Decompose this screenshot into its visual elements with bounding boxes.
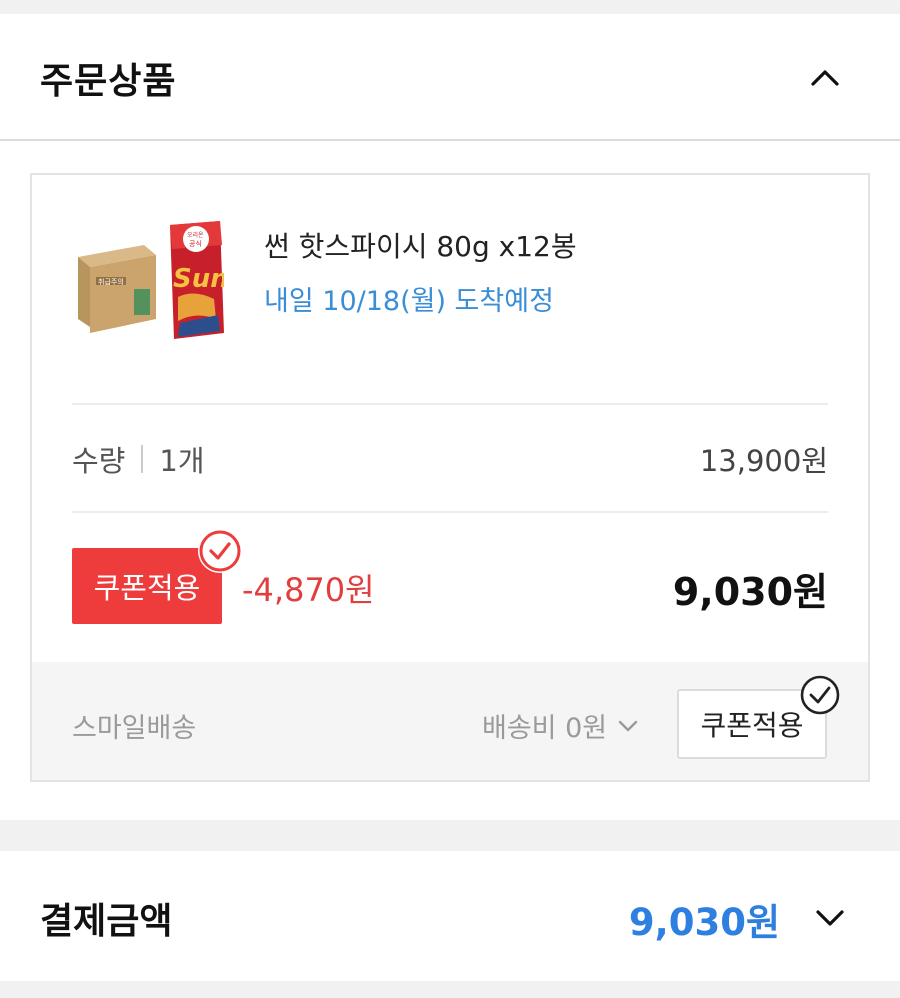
chevron-up-icon[interactable] xyxy=(810,62,840,92)
check-circle-icon xyxy=(198,529,242,573)
quantity-value: 1개 xyxy=(159,444,205,478)
order-section: 주문상품 취급주의 오리온 공식 Sun 썬 핫스파이시 80g x12봉 내일… xyxy=(0,14,900,820)
quantity-row: 수량 1개 xyxy=(72,438,205,480)
delivery-estimate: 내일 10/18(월) 도착예정 xyxy=(264,286,554,317)
payment-title: 결제금액 xyxy=(40,901,173,942)
shipping-label: 스마일배송 xyxy=(72,713,197,744)
payment-amount: 9,030원 xyxy=(628,901,780,944)
payment-section[interactable]: 결제금액 9,030원 xyxy=(0,851,900,981)
final-price: 9,030원 xyxy=(672,570,828,614)
bag-logo-text: Sun xyxy=(173,264,224,294)
quantity-label: 수량 xyxy=(72,444,126,478)
bag-badge-text: 공식 xyxy=(189,239,202,248)
order-item-card: 취급주의 오리온 공식 Sun 썬 핫스파이시 80g x12봉 내일 10/1… xyxy=(30,173,870,782)
quantity-separator xyxy=(141,445,144,473)
bag-brand-text: 오리온 xyxy=(187,231,204,239)
check-circle-icon xyxy=(799,674,841,716)
coupon-discount: -4,870원 xyxy=(242,571,375,609)
shipping-fee: 배송비 0원 xyxy=(482,713,608,744)
product-name[interactable]: 썬 핫스파이시 80g x12봉 xyxy=(264,225,577,265)
order-title: 주문상품 xyxy=(40,61,177,102)
box-label-text: 취급주의 xyxy=(98,277,124,286)
divider xyxy=(72,511,828,513)
divider xyxy=(72,403,828,405)
shipping-fee-dropdown[interactable]: 배송비 0원 xyxy=(482,706,641,745)
chevron-down-icon[interactable] xyxy=(815,903,845,933)
chevron-down-icon xyxy=(615,713,641,739)
original-price: 13,900원 xyxy=(699,444,828,478)
order-header[interactable]: 주문상품 xyxy=(0,14,900,141)
shipping-area: 스마일배송 배송비 0원 쿠폰적용 xyxy=(32,662,868,780)
product-thumbnail[interactable]: 취급주의 오리온 공식 Sun xyxy=(74,215,229,345)
